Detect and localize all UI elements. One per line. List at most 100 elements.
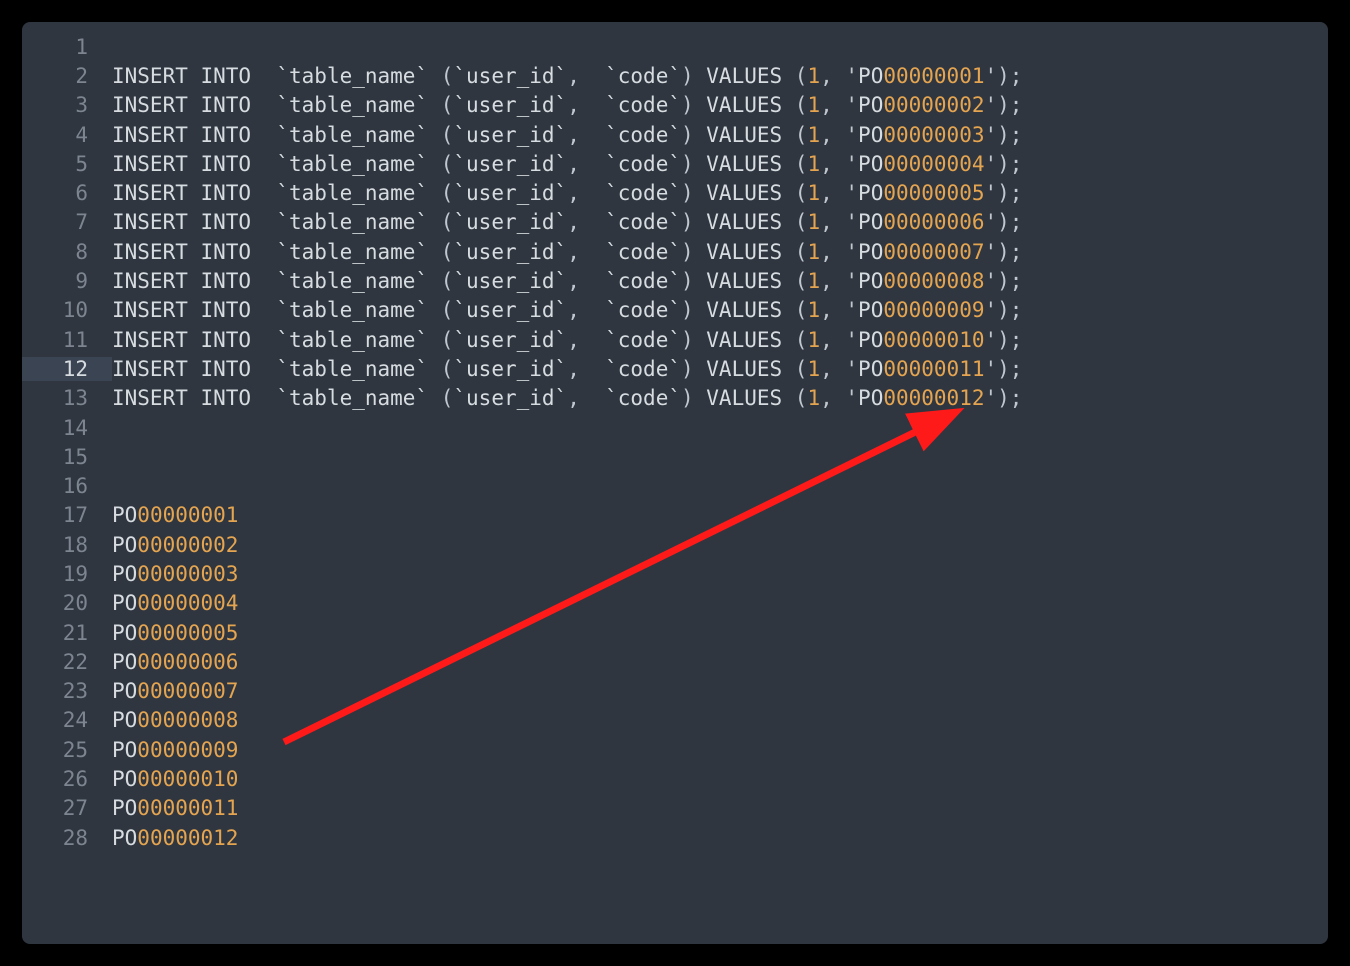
token-punct: , ' (820, 357, 858, 381)
code-line[interactable]: 5INSERT INTO `table_name` (`user_id`, `c… (22, 149, 1328, 178)
token-str-txt: PO (858, 328, 883, 352)
token-kw: INSERT INTO (112, 93, 276, 117)
token-str-num: 00000008 (137, 708, 238, 732)
line-content[interactable]: INSERT INTO `table_name` (`user_id`, `co… (112, 298, 1022, 322)
token-kw: INSERT INTO (112, 123, 276, 147)
code-line[interactable]: 28PO00000012 (22, 823, 1328, 852)
code-line[interactable]: 7INSERT INTO `table_name` (`user_id`, `c… (22, 208, 1328, 237)
line-number: 17 (22, 503, 112, 527)
code-line[interactable]: 15 (22, 442, 1328, 471)
code-line[interactable]: 3INSERT INTO `table_name` (`user_id`, `c… (22, 91, 1328, 120)
code-line[interactable]: 12INSERT INTO `table_name` (`user_id`, `… (22, 354, 1328, 383)
token-ident: `code` (605, 240, 681, 264)
line-number: 16 (22, 474, 112, 498)
line-content[interactable]: PO00000011 (112, 796, 238, 820)
token-str-txt: PO (112, 796, 137, 820)
token-str-num: 00000010 (883, 328, 984, 352)
code-line[interactable]: 24PO00000008 (22, 706, 1328, 735)
token-punct: , ' (820, 298, 858, 322)
token-num: 1 (807, 298, 820, 322)
line-content[interactable]: INSERT INTO `table_name` (`user_id`, `co… (112, 123, 1022, 147)
line-content[interactable]: INSERT INTO `table_name` (`user_id`, `co… (112, 386, 1022, 410)
code-line[interactable]: 22PO00000006 (22, 647, 1328, 676)
line-content[interactable]: PO00000004 (112, 591, 238, 615)
token-ident: `user_id` (453, 357, 567, 381)
token-kw: VALUES (706, 386, 795, 410)
token-kw: INSERT INTO (112, 181, 276, 205)
token-punct: ) (681, 298, 706, 322)
line-content[interactable]: INSERT INTO `table_name` (`user_id`, `co… (112, 240, 1022, 264)
code-line[interactable]: 2INSERT INTO `table_name` (`user_id`, `c… (22, 61, 1328, 90)
token-punct: ( (428, 298, 453, 322)
token-ident: `table_name` (276, 298, 428, 322)
line-content[interactable]: INSERT INTO `table_name` (`user_id`, `co… (112, 93, 1022, 117)
line-content[interactable]: PO00000012 (112, 826, 238, 850)
line-content[interactable]: INSERT INTO `table_name` (`user_id`, `co… (112, 152, 1022, 176)
code-line[interactable]: 19PO00000003 (22, 559, 1328, 588)
token-punct: , ' (820, 123, 858, 147)
code-line[interactable]: 1 (22, 32, 1328, 61)
line-content[interactable]: PO00000010 (112, 767, 238, 791)
token-kw: VALUES (706, 93, 795, 117)
token-kw: VALUES (706, 240, 795, 264)
line-content[interactable]: PO00000003 (112, 562, 238, 586)
token-punct: ( (795, 357, 808, 381)
code-line[interactable]: 18PO00000002 (22, 530, 1328, 559)
token-str-txt: PO (112, 503, 137, 527)
code-line[interactable]: 14 (22, 413, 1328, 442)
token-punct: ( (428, 181, 453, 205)
line-content[interactable]: PO00000009 (112, 738, 238, 762)
line-content[interactable]: INSERT INTO `table_name` (`user_id`, `co… (112, 328, 1022, 352)
line-content[interactable]: INSERT INTO `table_name` (`user_id`, `co… (112, 210, 1022, 234)
token-punct: , (567, 93, 605, 117)
token-punct: ( (795, 240, 808, 264)
code-line[interactable]: 8INSERT INTO `table_name` (`user_id`, `c… (22, 237, 1328, 266)
code-line[interactable]: 20PO00000004 (22, 589, 1328, 618)
line-content[interactable]: INSERT INTO `table_name` (`user_id`, `co… (112, 181, 1022, 205)
line-content[interactable]: INSERT INTO `table_name` (`user_id`, `co… (112, 269, 1022, 293)
token-kw: INSERT INTO (112, 152, 276, 176)
code-line[interactable]: 16 (22, 471, 1328, 500)
token-punct: ( (795, 152, 808, 176)
code-line[interactable]: 27PO00000011 (22, 794, 1328, 823)
line-content[interactable]: PO00000001 (112, 503, 238, 527)
code-line[interactable]: 9INSERT INTO `table_name` (`user_id`, `c… (22, 266, 1328, 295)
token-ident: `table_name` (276, 210, 428, 234)
line-content[interactable]: INSERT INTO `table_name` (`user_id`, `co… (112, 64, 1022, 88)
code-line[interactable]: 6INSERT INTO `table_name` (`user_id`, `c… (22, 178, 1328, 207)
line-number: 4 (22, 123, 112, 147)
token-punct: , ' (820, 181, 858, 205)
line-content[interactable]: PO00000008 (112, 708, 238, 732)
code-line[interactable]: 25PO00000009 (22, 735, 1328, 764)
line-content[interactable]: INSERT INTO `table_name` (`user_id`, `co… (112, 357, 1022, 381)
token-kw: VALUES (706, 269, 795, 293)
token-punct: '); (985, 64, 1023, 88)
code-line[interactable]: 4INSERT INTO `table_name` (`user_id`, `c… (22, 120, 1328, 149)
code-line[interactable]: 11INSERT INTO `table_name` (`user_id`, `… (22, 325, 1328, 354)
code-editor[interactable]: 12INSERT INTO `table_name` (`user_id`, `… (22, 22, 1328, 944)
line-number: 19 (22, 562, 112, 586)
token-num: 1 (807, 64, 820, 88)
line-content[interactable]: PO00000002 (112, 533, 238, 557)
token-punct: ( (428, 210, 453, 234)
token-kw: VALUES (706, 181, 795, 205)
line-content[interactable]: PO00000007 (112, 679, 238, 703)
token-punct: ( (795, 181, 808, 205)
token-ident: `user_id` (453, 123, 567, 147)
token-str-num: 00000005 (883, 181, 984, 205)
token-punct: , (567, 123, 605, 147)
code-line[interactable]: 23PO00000007 (22, 677, 1328, 706)
token-punct: ( (795, 269, 808, 293)
code-line[interactable]: 17PO00000001 (22, 501, 1328, 530)
code-line[interactable]: 26PO00000010 (22, 764, 1328, 793)
token-str-num: 00000009 (883, 298, 984, 322)
line-content[interactable]: PO00000005 (112, 621, 238, 645)
token-punct: , (567, 181, 605, 205)
line-content[interactable]: PO00000006 (112, 650, 238, 674)
token-ident: `user_id` (453, 240, 567, 264)
code-line[interactable]: 21PO00000005 (22, 618, 1328, 647)
code-line[interactable]: 13INSERT INTO `table_name` (`user_id`, `… (22, 384, 1328, 413)
token-punct: ) (681, 64, 706, 88)
line-number: 3 (22, 93, 112, 117)
code-line[interactable]: 10INSERT INTO `table_name` (`user_id`, `… (22, 296, 1328, 325)
